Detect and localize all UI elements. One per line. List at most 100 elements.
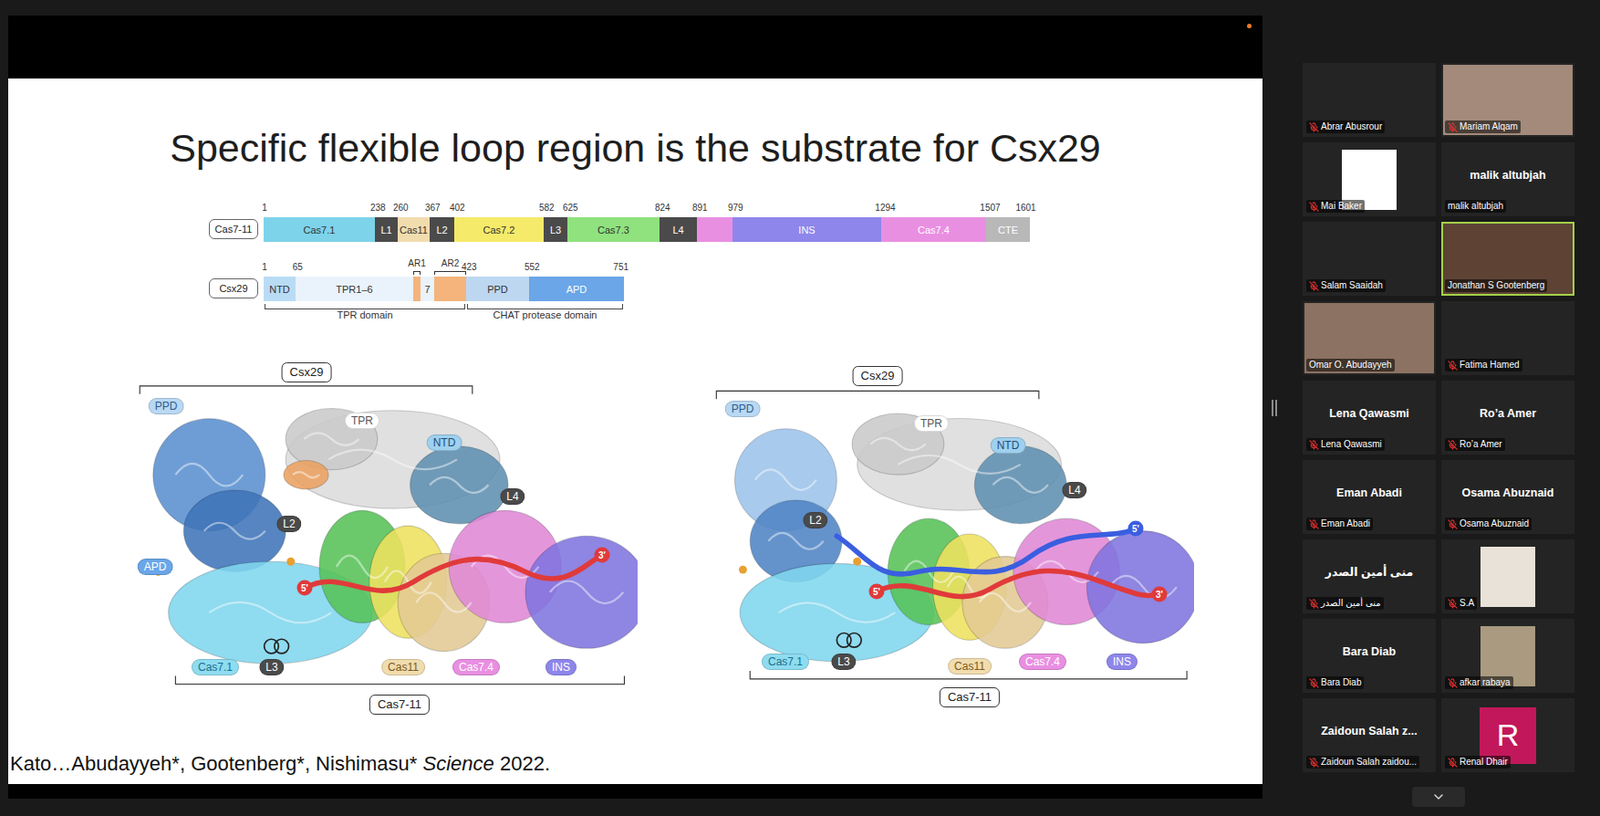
domain-segment: 824L4	[659, 217, 697, 242]
participant-tile[interactable]: Salam Saaidah	[1302, 221, 1436, 296]
participant-tile[interactable]: Abrar Abusrour	[1302, 62, 1436, 137]
domain-group: 1NTD65TPR1–6AR17AR2TPR domain	[263, 276, 467, 322]
participant-tile[interactable]: Fatima Hamed	[1441, 301, 1575, 375]
name-tag: منى أمين الصدر	[1306, 596, 1384, 610]
residue-number: 1	[261, 261, 268, 272]
domain-bar: 1Cas7.1238L1260Cas11367L2402Cas7.2582L36…	[263, 217, 1030, 242]
profile-picture	[1480, 546, 1536, 607]
name-tag: Osama Abuznaid	[1444, 517, 1532, 530]
protein-name: Csx29	[208, 278, 259, 299]
domain-bar: 1NTD65TPR1–6AR17AR2TPR domain423PPD552AP…	[263, 276, 624, 322]
participant-tile[interactable]: Mai Baker	[1302, 142, 1436, 217]
residue-number: 260	[393, 202, 409, 213]
domain-segment: 238L1	[374, 217, 398, 242]
tag-bracket	[413, 270, 421, 275]
segment-label: L4	[672, 224, 684, 236]
residue-number: 891	[692, 202, 708, 213]
domain-label: L3	[831, 653, 856, 670]
participant-name: afkar rabaya	[1459, 676, 1511, 688]
group-bracket	[467, 303, 624, 310]
domain-label: TPR	[914, 415, 949, 432]
gallery-next-button[interactable]	[1412, 786, 1465, 807]
participant-tile[interactable]: afkar rabaya	[1441, 618, 1575, 693]
domain-label: L2	[802, 511, 828, 529]
participant-tile[interactable]: Eman Abadi Eman Abadi	[1302, 459, 1436, 534]
residue-number: 552	[524, 261, 541, 272]
domain-label: INS	[545, 658, 577, 676]
participant-name: Ro’a Amer	[1459, 438, 1503, 450]
domain-segment: 367L2	[429, 217, 455, 242]
segment-label: Cas7.2	[483, 224, 516, 236]
muted-mic-icon	[1309, 201, 1320, 212]
slide-title: Specific flexible loop region is the sub…	[8, 78, 1263, 170]
rna-end-label: 3'	[594, 547, 611, 563]
participant-name: Abrar Abusrour	[1320, 121, 1382, 133]
muted-mic-icon	[1447, 519, 1458, 530]
domain-group: 1Cas7.1238L1260Cas11367L2402Cas7.2582L36…	[263, 217, 1030, 242]
participant-tile[interactable]: RRenal Dhair	[1441, 697, 1575, 772]
participant-tile[interactable]: Jonathan S Gootenberg	[1441, 221, 1575, 296]
display-name: malik altubjah	[1464, 168, 1551, 191]
participant-tile[interactable]: malik altubjah malik altubjah	[1441, 142, 1575, 217]
segment-label: NTD	[269, 283, 291, 295]
residue-number: 625	[562, 202, 579, 213]
participant-name: Bara Diab	[1320, 676, 1362, 688]
participant-name: Eman Abadi	[1320, 518, 1371, 530]
resize-handle[interactable]	[1271, 399, 1278, 416]
muted-mic-icon	[1309, 598, 1320, 609]
display-name: Bara Diab	[1337, 644, 1402, 667]
citation: Kato…Abudayyeh*, Gootenberg*, Nishimasu*…	[8, 752, 1263, 784]
domain-segment: 1Cas7.1	[263, 217, 375, 242]
residue-number: 65	[292, 261, 303, 272]
participant-name: Zaidoun Salah zaidou...	[1320, 756, 1417, 768]
segment-label: Cas7.4	[917, 224, 950, 236]
display-name: Eman Abadi	[1330, 486, 1408, 509]
structure-figure: Csx29PPDTPRNTDL2L45'5'3'Cas7.1L3Cas11Cas…	[714, 362, 1195, 715]
participant-tile[interactable]: Lena QawasmiLena Qawasmi	[1302, 380, 1436, 455]
name-tag: Ro’a Amer	[1444, 437, 1506, 451]
tag-bracket	[434, 270, 467, 275]
residue-number: 238	[370, 202, 386, 213]
name-tag: Mai Baker	[1306, 199, 1365, 213]
rna-end-label: 5'	[297, 580, 313, 596]
participant-name: Omar O. Abudayyeh	[1309, 359, 1393, 371]
domain-maps: Cas7-111Cas7.1238L1260Cas11367L2402Cas7.…	[8, 169, 1263, 322]
domain-label: PPD	[148, 397, 185, 415]
rna-end-label: 5'	[869, 583, 885, 600]
domain-segment: 582L3	[543, 217, 568, 242]
residue-number: 1294	[874, 202, 895, 213]
domain-segment: 65TPR1–6	[295, 276, 414, 302]
participant-name: Mai Baker	[1320, 200, 1362, 212]
domain-segment: AR1	[413, 276, 421, 302]
participant-tile[interactable]: Ro’a Amer Ro’a Amer	[1441, 380, 1575, 455]
domain-label: PPD	[725, 400, 761, 417]
participant-name: Lena Qawasmi	[1320, 438, 1382, 450]
muted-mic-icon	[1447, 122, 1458, 133]
domain-label: L3	[259, 658, 284, 676]
participant-tile[interactable]: Osama AbuznaidOsama Abuznaid	[1441, 459, 1575, 534]
domain-map: Csx291NTD65TPR1–6AR17AR2TPR domain423PPD…	[208, 256, 1263, 322]
bracket-label: Cas7-11	[939, 686, 1000, 707]
participant-tile[interactable]: Mariam Alqam	[1441, 62, 1575, 137]
rna-end-label: 3'	[1152, 586, 1168, 603]
participant-tile[interactable]: منى أمين الصدرمنى أمين الصدر	[1302, 539, 1436, 613]
participant-tile[interactable]: Omar O. Abudayyeh	[1302, 301, 1436, 375]
display-name: Ro’a Amer	[1474, 406, 1542, 429]
participant-name: malik altubjah	[1447, 200, 1504, 212]
participant-name: Jonathan S Gootenberg	[1447, 280, 1545, 291]
domain-label: Cas11	[381, 658, 426, 676]
segment-tag: AR1	[407, 258, 426, 269]
segment-tag: AR2	[441, 258, 459, 269]
muted-mic-icon	[1447, 598, 1458, 609]
name-tag: afkar rabaya	[1444, 675, 1514, 689]
participant-tile[interactable]: S.A	[1441, 539, 1575, 613]
participant-name: Osama Abuznaid	[1459, 518, 1529, 530]
residue-number: 751	[612, 261, 629, 272]
muted-mic-icon	[1447, 757, 1458, 768]
participant-tile[interactable]: Bara Diab Bara Diab	[1302, 618, 1436, 693]
name-tag: Renal Dhair	[1444, 755, 1511, 769]
segment-label: L1	[380, 224, 392, 236]
residue-number: 402	[449, 202, 466, 213]
domain-label: L2	[276, 515, 302, 532]
participant-tile[interactable]: Zaidoun Salah z...Zaidoun Salah zaidou..…	[1302, 697, 1436, 772]
